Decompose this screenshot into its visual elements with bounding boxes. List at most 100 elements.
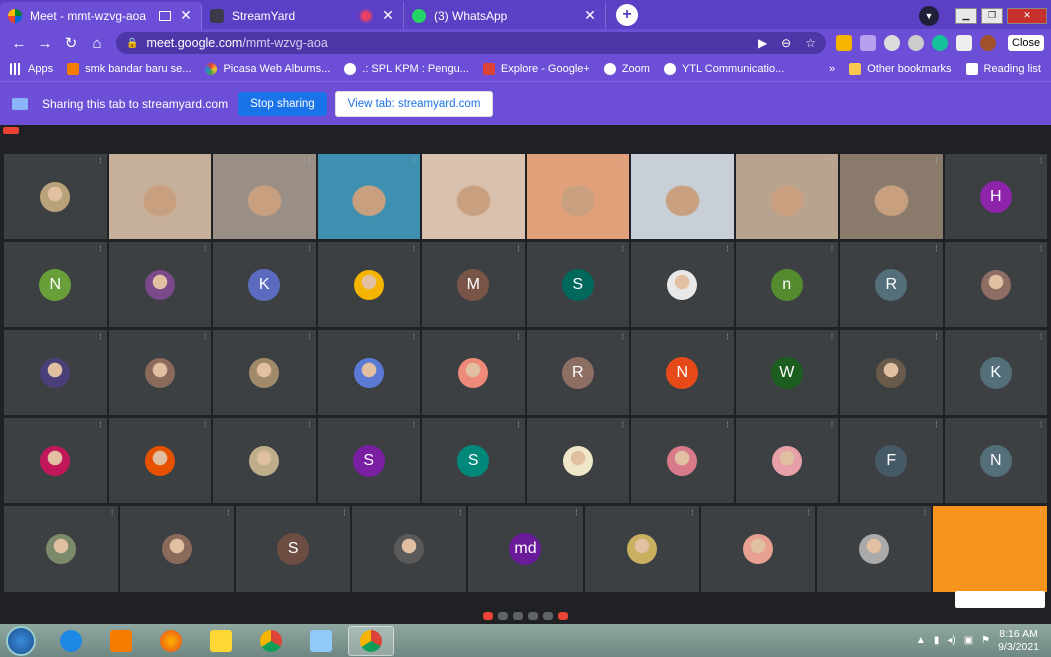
more-options-icon[interactable]: ⋮ xyxy=(98,421,104,428)
device-icon[interactable]: ▮ xyxy=(934,635,940,646)
reload-icon[interactable]: ↻ xyxy=(58,34,84,52)
minimize-button[interactable]: ▁ xyxy=(955,7,977,24)
participant-tile[interactable]: S ⋮ xyxy=(236,506,351,592)
present-icon[interactable] xyxy=(528,612,538,620)
close-icon[interactable]: ✕ xyxy=(381,7,395,24)
camera-icon[interactable]: ▶ xyxy=(758,36,767,50)
taskbar-explorer[interactable] xyxy=(198,626,244,656)
participant-tile[interactable]: ⋮ xyxy=(944,242,1047,327)
more-options-icon[interactable]: ⋮ xyxy=(516,421,522,428)
participant-tile[interactable]: ⋮ xyxy=(422,330,525,415)
participant-tile[interactable]: ⋮ xyxy=(584,506,699,592)
bookmark-item[interactable]: Explore - Google+ xyxy=(482,63,590,75)
participant-tile[interactable]: S ⋮ xyxy=(526,242,629,327)
participant-tile[interactable]: ⋮ xyxy=(840,330,943,415)
tab-whatsapp[interactable]: (3) WhatsApp ✕ xyxy=(404,2,606,29)
network-icon[interactable]: ▣ xyxy=(964,635,973,646)
more-options-icon[interactable]: ⋮ xyxy=(516,245,522,252)
more-options-icon[interactable]: ⋮ xyxy=(922,509,928,516)
bookmark-item[interactable]: Picasa Web Albums... xyxy=(205,63,330,75)
more-options-icon[interactable]: ⋮ xyxy=(411,333,417,340)
more-options-icon[interactable]: ⋮ xyxy=(307,157,313,164)
participant-tile[interactable]: R ⋮ xyxy=(840,242,943,327)
participant-tile[interactable]: ⋮ xyxy=(840,154,943,239)
close-icon[interactable]: ✕ xyxy=(583,7,597,24)
participant-tile[interactable]: ⋮ xyxy=(932,506,1047,592)
grammarly-icon[interactable] xyxy=(932,35,948,51)
forward-icon[interactable]: → xyxy=(32,35,58,52)
participant-tile[interactable]: N ⋮ xyxy=(631,330,734,415)
more-options-icon[interactable]: ⋮ xyxy=(1038,421,1044,428)
bookmark-item[interactable]: Zoom xyxy=(603,63,650,75)
participant-tile[interactable]: ⋮ xyxy=(4,418,107,503)
participant-tile[interactable]: K ⋮ xyxy=(213,242,316,327)
bookmark-item[interactable]: smk bandar baru se... xyxy=(67,63,191,75)
zoom-icon[interactable]: ⊖ xyxy=(781,36,791,50)
clock[interactable]: 8:16 AM 9/3/2021 xyxy=(998,628,1039,654)
participant-tile[interactable]: M ⋮ xyxy=(422,242,525,327)
participant-tile[interactable]: N ⋮ xyxy=(4,242,107,327)
back-icon[interactable]: ← xyxy=(6,35,32,52)
participant-tile[interactable]: ⋮ xyxy=(108,330,211,415)
participant-tile[interactable]: ⋮ xyxy=(735,154,838,239)
participant-tile[interactable]: ⋮ xyxy=(317,242,420,327)
start-button[interactable] xyxy=(6,625,36,656)
more-options-icon[interactable]: ⋮ xyxy=(516,157,522,164)
participant-tile[interactable]: R ⋮ xyxy=(526,330,629,415)
pen-extension-icon[interactable] xyxy=(860,35,876,51)
more-options-icon[interactable]: ⋮ xyxy=(725,333,731,340)
more-options-icon[interactable]: ⋮ xyxy=(411,245,417,252)
more-options-icon[interactable]: ⋮ xyxy=(829,333,835,340)
participant-tile[interactable]: ⋮ xyxy=(213,330,316,415)
window-close-button[interactable]: ✕ xyxy=(1007,7,1047,24)
more-options-icon[interactable]: ⋮ xyxy=(98,245,104,252)
participant-tile[interactable]: ⋮ xyxy=(108,242,211,327)
participant-tile[interactable]: ⋮ xyxy=(526,154,629,239)
home-icon[interactable]: ⌂ xyxy=(84,35,110,52)
more-options-icon[interactable]: ⋮ xyxy=(829,245,835,252)
participant-tile[interactable]: md ⋮ xyxy=(468,506,583,592)
participant-tile[interactable]: ⋮ xyxy=(108,418,211,503)
more-options-icon[interactable]: ⋮ xyxy=(725,421,731,428)
participant-tile[interactable]: F ⋮ xyxy=(840,418,943,503)
more-options-icon[interactable]: ⋮ xyxy=(574,509,580,516)
address-bar[interactable]: 🔒 meet.google.com/mmt-wzvg-aoa ▶ ⊖ ☆ xyxy=(116,32,826,54)
taskbar-chrome-active[interactable] xyxy=(348,625,394,656)
more-options-icon[interactable]: ⋮ xyxy=(98,333,104,340)
more-options-icon[interactable]: ⋮ xyxy=(1038,333,1044,340)
new-tab-button[interactable]: + xyxy=(616,4,638,26)
tab-streamyard[interactable]: StreamYard ✕ xyxy=(202,2,404,29)
close-button[interactable]: Close xyxy=(1008,35,1045,51)
more-options-icon[interactable]: ⋮ xyxy=(202,245,208,252)
more-options-icon[interactable]: ⋮ xyxy=(806,509,812,516)
shield-extension-icon[interactable] xyxy=(836,35,852,51)
end-call-icon[interactable] xyxy=(558,612,568,620)
taskbar-firefox[interactable] xyxy=(148,626,194,656)
gear-extension-icon[interactable] xyxy=(908,35,924,51)
captions-icon[interactable] xyxy=(513,612,523,620)
participant-tile[interactable]: ⋮ xyxy=(422,154,525,239)
more-options-icon[interactable]: ⋮ xyxy=(225,509,231,516)
chevron-up-icon[interactable]: ▲ xyxy=(916,635,926,646)
participant-tile[interactable]: ⋮ xyxy=(700,506,815,592)
bookmark-item[interactable]: .: SPL KPM : Pengu... xyxy=(344,63,469,75)
participant-tile[interactable]: ⋮ xyxy=(352,506,467,592)
star-icon[interactable]: ☆ xyxy=(805,36,816,50)
more-options-icon[interactable]: ⋮ xyxy=(307,421,313,428)
lock-icon[interactable]: 🔒 xyxy=(126,38,138,49)
participant-tile[interactable]: H ⋮ xyxy=(944,154,1047,239)
other-bookmarks[interactable]: Other bookmarks xyxy=(849,63,952,75)
more-options-icon[interactable]: ⋮ xyxy=(411,157,417,164)
more-options-icon[interactable]: ⋮ xyxy=(620,421,626,428)
mic-icon[interactable] xyxy=(483,612,493,620)
avatar[interactable] xyxy=(980,35,996,51)
participant-tile[interactable]: ⋮ xyxy=(631,154,734,239)
reading-list[interactable]: Reading list xyxy=(965,63,1041,75)
close-icon[interactable]: ✕ xyxy=(179,7,193,24)
taskbar-chrome[interactable] xyxy=(248,626,294,656)
more-options-icon[interactable]: ⋮ xyxy=(934,157,940,164)
taskbar-network[interactable] xyxy=(298,626,344,656)
participant-tile[interactable]: ⋮ xyxy=(4,506,119,592)
taskbar-media[interactable] xyxy=(98,626,144,656)
more-icon[interactable] xyxy=(543,612,553,620)
